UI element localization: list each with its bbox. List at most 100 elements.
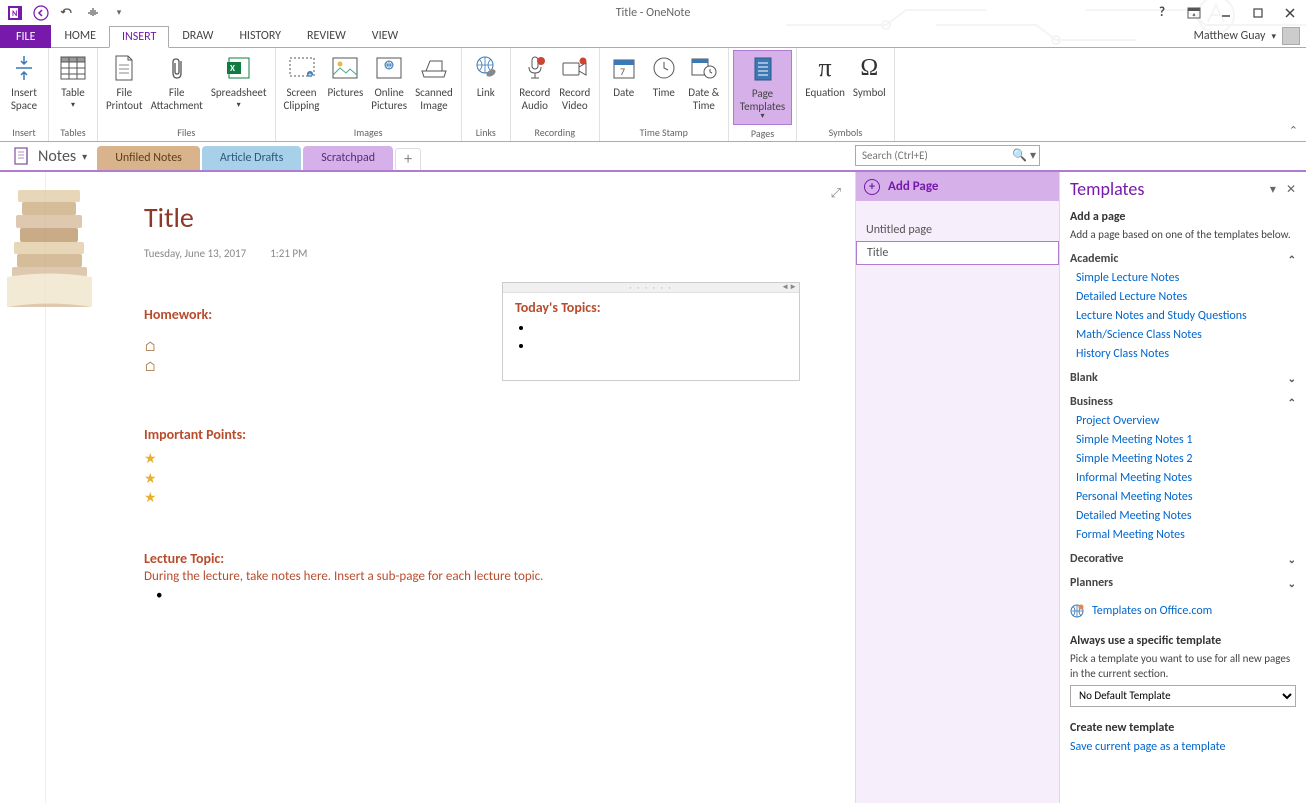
file-printout-button[interactable]: File Printout <box>102 50 147 114</box>
pictures-button[interactable]: Pictures <box>323 50 367 101</box>
undo-button[interactable] <box>56 2 78 24</box>
tab-review[interactable]: REVIEW <box>294 25 359 47</box>
notebook-selector[interactable]: Notes ▾ <box>8 146 97 170</box>
symbol-button[interactable]: Ω Symbol <box>849 50 890 101</box>
office-templates-link[interactable]: Templates on Office.com <box>1092 604 1212 618</box>
video-icon <box>559 52 591 84</box>
pane-close-button[interactable]: ✕ <box>1286 182 1296 197</box>
topic-bullet[interactable] <box>533 320 787 338</box>
group-images-label: Images <box>280 124 457 141</box>
screen-clipping-icon: + <box>286 52 318 84</box>
section-tab-scratchpad[interactable]: Scratchpad <box>303 146 393 170</box>
star-tag-icon[interactable]: ★ <box>144 488 855 508</box>
chevron-down-icon: ⌄ <box>1288 553 1296 566</box>
pane-options-button[interactable]: ▾ <box>1270 182 1276 197</box>
tab-draw[interactable]: DRAW <box>169 25 226 47</box>
topics-heading[interactable]: Today's Topics: <box>515 299 787 316</box>
spreadsheet-button[interactable]: X Spreadsheet ▾ <box>207 50 271 113</box>
container-handle[interactable]: · · · · · · <box>503 283 799 293</box>
link-button[interactable]: Link <box>466 50 506 101</box>
lecture-text[interactable]: During the lecture, take notes here. Ins… <box>144 569 855 584</box>
close-button[interactable] <box>1278 3 1302 23</box>
file-attachment-button[interactable]: File Attachment <box>147 50 207 114</box>
equation-button[interactable]: π Equation <box>801 50 849 101</box>
star-tag-icon[interactable]: ★ <box>144 469 855 489</box>
template-link[interactable]: Project Overview <box>1076 414 1296 428</box>
category-business[interactable]: Business⌃ <box>1070 395 1296 409</box>
collapse-ribbon-button[interactable]: ⌃ <box>1289 124 1298 137</box>
templates-pane: Templates ▾ ✕ Add a page Add a page base… <box>1060 172 1306 803</box>
scanned-image-button[interactable]: Scanned Image <box>411 50 457 114</box>
user-name[interactable]: Matthew Guay <box>1194 29 1266 43</box>
star-tag-icon[interactable]: ★ <box>144 449 855 469</box>
date-time-icon <box>688 52 720 84</box>
record-video-button[interactable]: Record Video <box>555 50 595 114</box>
ribbon-display-button[interactable] <box>1182 3 1206 23</box>
topics-container[interactable]: · · · · · · Today's Topics: <box>502 282 800 381</box>
tab-view[interactable]: VIEW <box>359 25 411 47</box>
page-item-title[interactable]: Title <box>856 241 1059 265</box>
add-page-button[interactable]: + Add Page <box>856 172 1059 201</box>
category-planners[interactable]: Planners⌄ <box>1070 576 1296 590</box>
page-title[interactable]: Title <box>144 200 855 235</box>
online-pictures-button[interactable]: Online Pictures <box>367 50 411 114</box>
page-item-untitled[interactable]: Untitled page <box>856 219 1059 241</box>
template-link[interactable]: Personal Meeting Notes <box>1076 490 1296 504</box>
record-audio-button[interactable]: Record Audio <box>515 50 555 114</box>
user-avatar[interactable] <box>1282 27 1300 45</box>
template-link[interactable]: Lecture Notes and Study Questions <box>1076 309 1296 323</box>
tab-insert[interactable]: INSERT <box>109 26 169 48</box>
screen-clipping-button[interactable]: + Screen Clipping <box>280 50 324 114</box>
section-tab-drafts[interactable]: Article Drafts <box>202 146 301 170</box>
omega-icon: Ω <box>853 52 885 84</box>
spreadsheet-icon: X <box>223 52 255 84</box>
category-blank[interactable]: Blank⌄ <box>1070 371 1296 385</box>
group-recording-label: Recording <box>515 124 595 141</box>
category-decorative[interactable]: Decorative⌄ <box>1070 552 1296 566</box>
date-time-button[interactable]: Date & Time <box>684 50 724 114</box>
tab-home[interactable]: HOME <box>51 25 109 47</box>
chevron-up-icon: ⌃ <box>1288 396 1296 409</box>
save-template-link[interactable]: Save current page as a template <box>1070 740 1296 754</box>
topic-bullet[interactable] <box>533 338 787 356</box>
template-link[interactable]: Simple Lecture Notes <box>1076 271 1296 285</box>
page-templates-button[interactable]: Page Templates ▾ <box>733 50 792 125</box>
online-pictures-icon <box>373 52 405 84</box>
template-link[interactable]: Detailed Meeting Notes <box>1076 509 1296 523</box>
qat-customize-button[interactable]: ▾ <box>108 2 130 24</box>
touch-mode-button[interactable] <box>82 2 104 24</box>
section-tab-unfiled[interactable]: Unfiled Notes <box>97 146 200 170</box>
template-link[interactable]: Simple Meeting Notes 1 <box>1076 433 1296 447</box>
chevron-down-icon: ⌄ <box>1288 372 1296 385</box>
important-heading[interactable]: Important Points: <box>144 426 855 443</box>
lecture-bullet[interactable]: • <box>156 588 855 603</box>
template-link[interactable]: Formal Meeting Notes <box>1076 528 1296 542</box>
clock-icon <box>648 52 680 84</box>
user-dropdown-icon[interactable]: ▾ <box>1271 31 1276 42</box>
group-symbols-label: Symbols <box>801 124 889 141</box>
add-section-button[interactable]: + <box>395 148 421 170</box>
lecture-heading[interactable]: Lecture Topic: <box>144 550 855 567</box>
table-button[interactable]: Table ▾ <box>53 50 93 113</box>
maximize-button[interactable] <box>1246 3 1270 23</box>
search-icon[interactable]: 🔍 ▾ <box>1012 148 1036 163</box>
page-canvas[interactable]: ⤢ Title Tuesday, June 13, 20171:21 PM Ho… <box>0 172 856 803</box>
back-button[interactable] <box>30 2 52 24</box>
template-link[interactable]: Math/Science Class Notes <box>1076 328 1296 342</box>
category-academic[interactable]: Academic⌃ <box>1070 252 1296 266</box>
page-meta: Tuesday, June 13, 20171:21 PM <box>144 247 855 260</box>
template-link[interactable]: Informal Meeting Notes <box>1076 471 1296 485</box>
help-button[interactable]: ? <box>1150 3 1174 23</box>
tab-history[interactable]: HISTORY <box>226 25 294 47</box>
template-link[interactable]: History Class Notes <box>1076 347 1296 361</box>
tab-file[interactable]: FILE <box>0 25 51 48</box>
minimize-button[interactable] <box>1214 3 1238 23</box>
svg-text:+: + <box>308 70 312 80</box>
default-template-select[interactable]: No Default Template <box>1070 685 1296 707</box>
insert-space-button[interactable]: Insert Space <box>4 50 44 114</box>
date-button[interactable]: 7 Date <box>604 50 644 101</box>
expand-icon[interactable]: ⤢ <box>831 186 841 201</box>
template-link[interactable]: Simple Meeting Notes 2 <box>1076 452 1296 466</box>
time-button[interactable]: Time <box>644 50 684 101</box>
template-link[interactable]: Detailed Lecture Notes <box>1076 290 1296 304</box>
